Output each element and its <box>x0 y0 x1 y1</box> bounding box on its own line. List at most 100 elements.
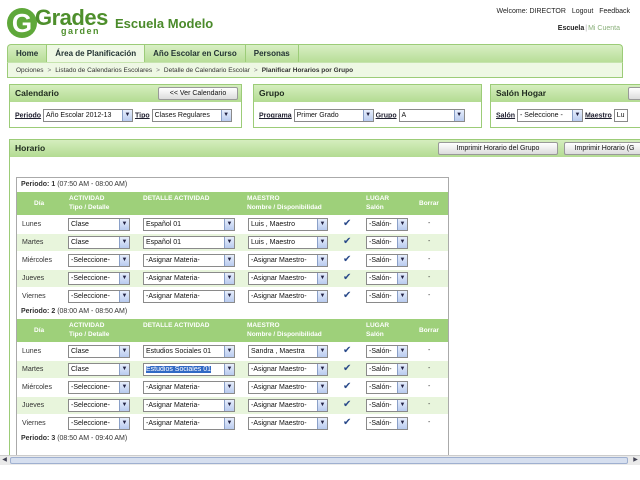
tipo-select[interactable]: -Seleccione- ▼ <box>68 399 130 412</box>
salon-select[interactable]: -Salón- ▼ <box>366 254 408 267</box>
detalle-select[interactable]: Estudios Sociales 01 ▼ <box>143 363 235 376</box>
check-icon[interactable]: ✔ <box>343 254 351 265</box>
tipo-select[interactable]: Clases Regulares ▼ <box>151 109 232 122</box>
mi-cuenta-link[interactable]: Mi Cuenta <box>588 25 620 32</box>
chevron-down-icon: ▼ <box>119 273 129 284</box>
borrar-link[interactable]: - <box>428 292 430 299</box>
tipo-select[interactable]: Clase ▼ <box>68 218 130 231</box>
detalle-select[interactable]: -Asignar Materia- ▼ <box>143 417 235 430</box>
horizontal-scrollbar[interactable]: ◀ ▶ <box>0 455 640 465</box>
tab-ano-escolar[interactable]: Año Escolar en Curso <box>145 45 246 62</box>
crumb-opciones[interactable]: Opciones <box>16 67 43 74</box>
salon-hogar-button[interactable] <box>628 87 640 100</box>
check-icon[interactable]: ✔ <box>343 272 351 283</box>
periodo-select[interactable]: Año Escolar 2012-13 ▼ <box>43 109 134 122</box>
borrar-link[interactable]: - <box>428 238 430 245</box>
chevron-down-icon: ▼ <box>119 237 129 248</box>
borrar-link[interactable]: - <box>428 401 430 408</box>
tipo-select[interactable]: Clase ▼ <box>68 236 130 249</box>
detalle-select[interactable]: -Asignar Materia- ▼ <box>143 290 235 303</box>
grades-garden-logo[interactable]: G Grades garden <box>7 7 108 38</box>
ver-calendario-button[interactable]: << Ver Calendario <box>158 87 238 100</box>
scroll-right-icon[interactable]: ▶ <box>631 456 640 465</box>
salon-select[interactable]: -Salón- ▼ <box>366 381 408 394</box>
programa-select[interactable]: Primer Grado ▼ <box>293 109 374 122</box>
print-other-button[interactable]: Imprimir Horario (G <box>564 142 640 155</box>
salon-select[interactable]: -Salón- ▼ <box>366 236 408 249</box>
tipo-select[interactable]: -Seleccione- ▼ <box>68 290 130 303</box>
escuela-link[interactable]: Escuela <box>558 25 584 32</box>
detalle-select[interactable]: -Asignar Materia- ▼ <box>143 254 235 267</box>
tab-area-planificacion[interactable]: Área de Planificación <box>47 45 146 62</box>
borrar-link[interactable]: - <box>428 274 430 281</box>
maestro-select[interactable]: -Asignar Maestro- ▼ <box>248 290 328 303</box>
borrar-link[interactable]: - <box>428 383 430 390</box>
detalle-select[interactable]: Estudios Sociales 01 ▼ <box>143 345 235 358</box>
tipo-select[interactable]: Clase ▼ <box>68 345 130 358</box>
check-icon[interactable]: ✔ <box>343 218 351 229</box>
check-icon[interactable]: ✔ <box>343 290 351 301</box>
tipo-select[interactable]: -Seleccione- ▼ <box>68 272 130 285</box>
check-icon[interactable]: ✔ <box>343 345 351 356</box>
schedule-row: Lunes Clase ▼ Estudios Sociales 01 ▼ Sandr… <box>17 342 448 360</box>
check-icon[interactable]: ✔ <box>343 381 351 392</box>
scroll-thumb[interactable] <box>10 457 628 464</box>
maestro-select[interactable]: Sandra , Maestra ▼ <box>248 345 328 358</box>
salon-select[interactable]: - Seleccione - ▼ <box>517 109 584 122</box>
salon-select[interactable]: -Salón- ▼ <box>366 345 408 358</box>
maestro-select[interactable]: Lu <box>613 109 628 122</box>
tab-personas[interactable]: Personas <box>246 45 299 62</box>
tab-home[interactable]: Home <box>8 45 48 62</box>
calendario-panel: Calendario << Ver Calendario Periodo Año… <box>9 84 242 128</box>
maestro-select[interactable]: -Asignar Maestro- ▼ <box>248 381 328 394</box>
detalle-select[interactable]: Español 01 ▼ <box>143 236 235 249</box>
borrar-link[interactable]: - <box>428 256 430 263</box>
check-icon[interactable]: ✔ <box>343 363 351 374</box>
detalle-select[interactable]: Español 01 ▼ <box>143 218 235 231</box>
salon-select[interactable]: -Salón- ▼ <box>366 399 408 412</box>
salon-select[interactable]: -Salón- ▼ <box>366 218 408 231</box>
borrar-link[interactable]: - <box>428 220 430 227</box>
chevron-down-icon: ▼ <box>119 364 129 375</box>
check-icon[interactable]: ✔ <box>343 399 351 410</box>
chevron-down-icon: ▼ <box>224 219 234 230</box>
maestro-select[interactable]: -Asignar Maestro- ▼ <box>248 399 328 412</box>
tipo-select[interactable]: Clase ▼ <box>68 363 130 376</box>
logout-link[interactable]: Logout <box>572 8 593 15</box>
chevron-down-icon: ▼ <box>397 382 407 393</box>
detalle-select[interactable]: -Asignar Materia- ▼ <box>143 272 235 285</box>
welcome-text: Welcome: DIRECTOR <box>496 8 566 15</box>
chevron-down-icon: ▼ <box>119 219 129 230</box>
grupo-select[interactable]: A ▼ <box>398 109 465 122</box>
calendario-title: Calendario <box>15 88 59 98</box>
tipo-select[interactable]: -Seleccione- ▼ <box>68 417 130 430</box>
maestro-select[interactable]: Luis , Maestro ▼ <box>248 236 328 249</box>
chevron-down-icon: ▼ <box>317 418 327 429</box>
maestro-select[interactable]: Luis , Maestro ▼ <box>248 218 328 231</box>
salon-select[interactable]: -Salón- ▼ <box>366 290 408 303</box>
salon-select[interactable]: -Salón- ▼ <box>366 363 408 376</box>
borrar-link[interactable]: - <box>428 365 430 372</box>
scroll-left-icon[interactable]: ◀ <box>0 456 9 465</box>
tipo-select[interactable]: -Seleccione- ▼ <box>68 381 130 394</box>
feedback-link[interactable]: Feedback <box>599 8 630 15</box>
tipo-select[interactable]: -Seleccione- ▼ <box>68 254 130 267</box>
borrar-link[interactable]: - <box>428 347 430 354</box>
detalle-select[interactable]: -Asignar Materia- ▼ <box>143 399 235 412</box>
crumb-detalle[interactable]: Detalle de Calendario Escolar <box>164 67 250 74</box>
check-icon[interactable]: ✔ <box>343 417 351 428</box>
crumb-listado[interactable]: Listado de Calendarios Escolares <box>55 67 152 74</box>
maestro-select[interactable]: -Asignar Maestro- ▼ <box>248 254 328 267</box>
salon-select[interactable]: -Salón- ▼ <box>366 272 408 285</box>
detalle-select[interactable]: -Asignar Materia- ▼ <box>143 381 235 394</box>
borrar-link[interactable]: - <box>428 419 430 426</box>
check-icon[interactable]: ✔ <box>343 236 351 247</box>
chevron-down-icon: ▼ <box>317 291 327 302</box>
print-group-button[interactable]: Imprimir Horario del Grupo <box>438 142 558 155</box>
chevron-down-icon: ▼ <box>397 219 407 230</box>
maestro-select[interactable]: -Asignar Maestro- ▼ <box>248 272 328 285</box>
salon-select[interactable]: -Salón- ▼ <box>366 417 408 430</box>
period-header: Periodo: 3 (08:50 AM - 09:40 AM) <box>17 432 448 446</box>
maestro-select[interactable]: -Asignar Maestro- ▼ <box>248 363 328 376</box>
maestro-select[interactable]: -Asignar Maestro- ▼ <box>248 417 328 430</box>
